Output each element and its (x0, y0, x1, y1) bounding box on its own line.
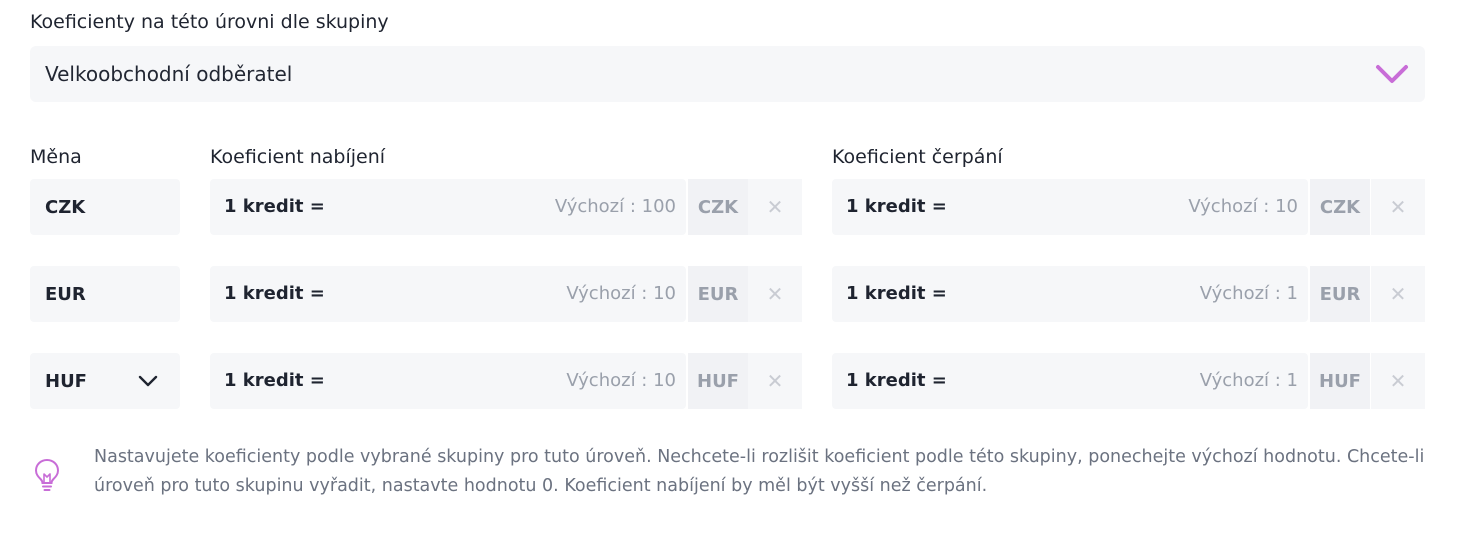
draw-coefficient-input-czk[interactable]: 1 kredit = Výchozí : 10 (832, 179, 1308, 235)
coefficient-label: 1 kredit = (224, 283, 325, 304)
group-select[interactable]: Velkoobchodní odběratel (30, 46, 1425, 102)
clear-draw-button-czk[interactable]: ✕ (1371, 179, 1425, 235)
coefficient-placeholder: Výchozí : 10 (566, 283, 676, 304)
column-header-currency: Měna (30, 146, 82, 168)
charge-coefficient-input-czk[interactable]: 1 kredit = Výchozí : 100 (210, 179, 686, 235)
column-header-charge: Koeficient nabíjení (210, 146, 386, 168)
coefficient-label: 1 kredit = (846, 370, 947, 391)
coefficient-label: 1 kredit = (846, 283, 947, 304)
currency-field-czk: CZK (30, 179, 180, 235)
charge-unit-eur: EUR (688, 266, 748, 322)
charge-coefficient-input-huf[interactable]: 1 kredit = Výchozí : 10 (210, 353, 686, 409)
close-icon: ✕ (1389, 369, 1407, 393)
coefficient-placeholder: Výchozí : 10 (566, 370, 676, 391)
coefficient-label: 1 kredit = (224, 196, 325, 217)
clear-charge-button-huf[interactable]: ✕ (748, 353, 802, 409)
coefficient-placeholder: Výchozí : 1 (1199, 283, 1298, 304)
group-select-value: Velkoobchodní odběratel (45, 62, 293, 86)
chevron-down-icon[interactable] (1375, 62, 1409, 86)
draw-unit-czk: CZK (1310, 179, 1370, 235)
draw-coefficient-input-huf[interactable]: 1 kredit = Výchozí : 1 (832, 353, 1308, 409)
coefficient-placeholder: Výchozí : 10 (1188, 196, 1298, 217)
charge-unit-czk: CZK (688, 179, 748, 235)
coefficient-placeholder: Výchozí : 1 (1199, 370, 1298, 391)
currency-code: CZK (45, 197, 86, 218)
close-icon: ✕ (766, 195, 784, 219)
close-icon: ✕ (1389, 282, 1407, 306)
lightbulb-icon (34, 458, 60, 491)
chevron-down-icon (138, 375, 158, 387)
charge-unit-huf: HUF (688, 353, 748, 409)
clear-charge-button-czk[interactable]: ✕ (748, 179, 802, 235)
currency-code: HUF (45, 371, 87, 392)
charge-coefficient-input-eur[interactable]: 1 kredit = Výchozí : 10 (210, 266, 686, 322)
currency-field-eur: EUR (30, 266, 180, 322)
clear-charge-button-eur[interactable]: ✕ (748, 266, 802, 322)
draw-unit-eur: EUR (1310, 266, 1370, 322)
clear-draw-button-huf[interactable]: ✕ (1371, 353, 1425, 409)
clear-draw-button-eur[interactable]: ✕ (1371, 266, 1425, 322)
coefficient-placeholder: Výchozí : 100 (554, 196, 676, 217)
currency-select-huf[interactable]: HUF (30, 353, 180, 409)
close-icon: ✕ (766, 282, 784, 306)
close-icon: ✕ (766, 369, 784, 393)
hint-text: Nastavujete koeficienty podle vybrané sk… (94, 447, 1425, 496)
group-select-label: Koeficienty na této úrovni dle skupiny (30, 11, 389, 33)
coefficient-label: 1 kredit = (846, 196, 947, 217)
coefficient-label: 1 kredit = (224, 370, 325, 391)
currency-code: EUR (45, 284, 86, 305)
column-header-draw: Koeficient čerpání (832, 146, 1003, 168)
draw-unit-huf: HUF (1310, 353, 1370, 409)
draw-coefficient-input-eur[interactable]: 1 kredit = Výchozí : 1 (832, 266, 1308, 322)
close-icon: ✕ (1389, 195, 1407, 219)
